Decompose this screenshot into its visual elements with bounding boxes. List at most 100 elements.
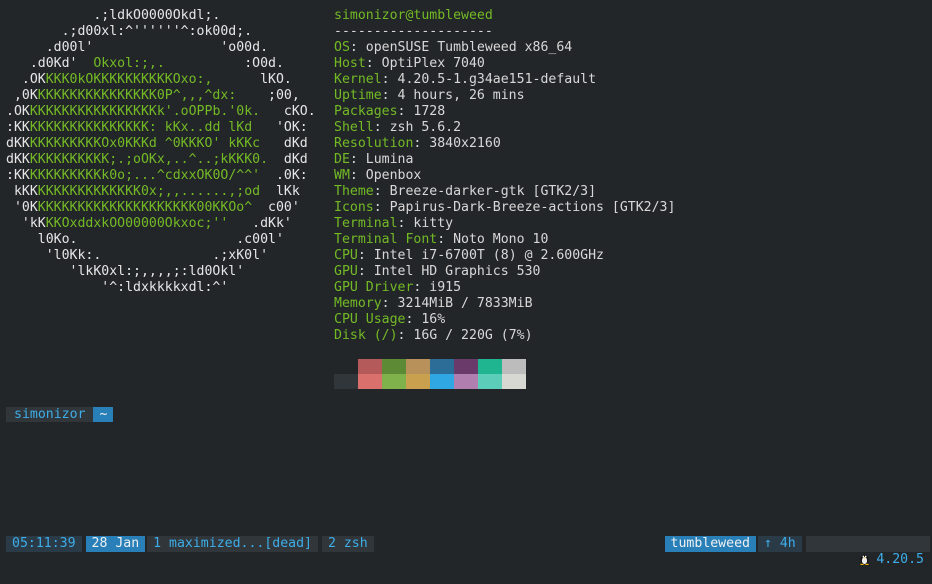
logo-segment: cKO. <box>260 104 316 119</box>
info-value: Papirus-Dark-Breeze-actions [GTK2/3] <box>389 200 676 215</box>
logo-segment: 'OK: <box>252 120 308 135</box>
color-swatch-normal-2 <box>382 359 406 374</box>
info-colon: : <box>413 136 430 151</box>
color-swatch-normal-7 <box>502 359 526 374</box>
window-tab-1[interactable]: 1 maximized...[dead] <box>147 536 318 552</box>
logo-segment: .dKk' <box>228 216 292 231</box>
info-value: 16G / 220G (7%) <box>413 328 533 343</box>
shell-prompt[interactable]: simonizor ~ <box>6 407 114 422</box>
info-value: Lumina <box>365 152 414 167</box>
logo-segment: .0K: <box>260 168 308 183</box>
info-row: CPU: Intel i7-6700T (8) @ 2.600GHz <box>334 248 675 264</box>
logo-segment: KKKKKKKKKKKKKKK0P^,,,^dx: <box>37 88 237 103</box>
logo-segment: ,0K <box>6 88 38 103</box>
info-key: Icons <box>334 200 374 215</box>
info-colon: : <box>397 328 414 343</box>
info-key: WM <box>334 168 350 183</box>
logo-segment: .d00l' 'o00d. <box>6 40 269 55</box>
logo-segment: lKk <box>260 184 300 199</box>
info-value: Breeze-darker-gtk [GTK2/3] <box>389 184 597 199</box>
logo-segment: .d0Kd' <box>6 56 94 71</box>
info-value: 16% <box>421 312 446 327</box>
info-key: CPU Usage <box>334 312 406 327</box>
info-value: Noto Mono 10 <box>453 232 549 247</box>
logo-segment: :KK <box>6 120 30 135</box>
logo-segment: '0K <box>6 200 38 215</box>
info-colon: : <box>397 104 414 119</box>
logo-segment: :O0d. <box>164 56 284 71</box>
logo-segment: .;ldkO0000Okdl;. <box>6 8 221 23</box>
info-row: Shell: zsh 5.6.2 <box>334 120 675 136</box>
info-row: Terminal: kitty <box>334 216 675 232</box>
info-header: simonizor@tumbleweed <box>334 8 493 23</box>
info-colon: : <box>373 184 390 199</box>
logo-segment: '^:ldxkkkkxdl:^' <box>6 280 229 295</box>
color-swatch-normal-1 <box>358 359 382 374</box>
info-value: i915 <box>429 280 462 295</box>
status-time: 05:11:39 <box>6 536 82 552</box>
logo-segment: :KK <box>6 168 30 183</box>
info-value: openSUSE Tumbleweed x86_64 <box>365 40 573 55</box>
prompt-directory: ~ <box>93 407 114 422</box>
logo-segment: .;d00xl:^''''''^:ok00d;. <box>6 24 253 39</box>
info-rows: OS: openSUSE Tumbleweed x86_64 Host: Opti… <box>334 40 675 344</box>
info-row: CPU Usage: 16% <box>334 312 675 328</box>
logo-segment: KKKKKKKKKOx0KKKd ^0KKKO' kKKc <box>29 136 261 151</box>
prompt-user: simonizor <box>6 407 94 422</box>
status-uptime: ↑ 4h <box>757 536 802 552</box>
tmux-status-bar: 05:11:39 28 Jan 1 maximized...[dead] 2 z… <box>0 536 932 567</box>
logo-segment: lKO. <box>212 72 292 87</box>
info-key: Terminal Font <box>334 232 438 247</box>
color-swatch-bright-1 <box>358 374 382 389</box>
info-key: Host <box>334 56 366 71</box>
status-date: 28 Jan <box>85 536 146 552</box>
window-tab-2[interactable]: 2 zsh <box>321 536 374 552</box>
logo-segment: c00' <box>252 200 300 215</box>
info-value: Openbox <box>365 168 422 183</box>
info-colon: : <box>381 296 398 311</box>
info-key: Memory <box>334 296 382 311</box>
info-value: 4 hours, 26 mins <box>397 88 525 103</box>
color-swatch-bright-4 <box>430 374 454 389</box>
color-swatch-bright-6 <box>478 374 502 389</box>
logo-segment: KKKKKKKKKK;.;oOKx,..^..;kKKK0. <box>29 152 269 167</box>
info-row: Packages: 1728 <box>334 104 675 120</box>
info-colon: : <box>397 216 414 231</box>
info-colon: : <box>381 88 398 103</box>
info-row: GPU: Intel HD Graphics 530 <box>334 264 675 280</box>
color-swatch-bright-3 <box>406 374 430 389</box>
status-spacer <box>374 536 665 552</box>
logo-segment: KKK0kOKKKKKKKKKKOxo:, <box>45 72 213 87</box>
info-colon: : <box>349 152 366 167</box>
info-key: Shell <box>334 120 374 135</box>
logo-segment: dKK <box>6 136 30 151</box>
info-row: Host: OptiPlex 7040 <box>334 56 675 72</box>
info-key: GPU Driver <box>334 280 414 295</box>
color-swatch-bright-7 <box>502 374 526 389</box>
info-key: Disk (/) <box>334 328 398 343</box>
info-row: OS: openSUSE Tumbleweed x86_64 <box>334 40 675 56</box>
status-kernel: 4.20.5 <box>805 536 930 567</box>
logo-segment: l0Ko. .c00l' <box>6 232 284 247</box>
tux-icon <box>860 554 870 565</box>
info-key: Kernel <box>334 72 382 87</box>
color-swatch-bright-0 <box>334 374 358 389</box>
kernel-version: 4.20.5 <box>876 552 924 567</box>
terminal-window[interactable]: .;ldkO0000Okdl;. .;d00xl:^''''''^:ok00d;… <box>0 0 932 567</box>
info-row: Theme: Breeze-darker-gtk [GTK2/3] <box>334 184 675 200</box>
info-key: Resolution <box>334 136 414 151</box>
info-value: 1728 <box>413 104 446 119</box>
logo-segment: KKOxddxkOO00000Okxoc;'' <box>45 216 229 231</box>
info-key: Terminal <box>334 216 398 231</box>
info-colon: : <box>373 200 390 215</box>
info-colon: : <box>357 248 374 263</box>
logo-segment: 'kK <box>6 216 46 231</box>
info-row: GPU Driver: i915 <box>334 280 675 296</box>
info-row: Memory: 3214MiB / 7833MiB <box>334 296 675 312</box>
logo-segment: KKKKKKKKKKKKK0x;,,......,;od <box>37 184 261 199</box>
info-value: 3840x2160 <box>429 136 501 151</box>
info-key: OS <box>334 40 350 55</box>
info-colon: : <box>437 232 454 247</box>
info-row: Kernel: 4.20.5-1.g34ae151-default <box>334 72 675 88</box>
info-colon: : <box>373 120 390 135</box>
